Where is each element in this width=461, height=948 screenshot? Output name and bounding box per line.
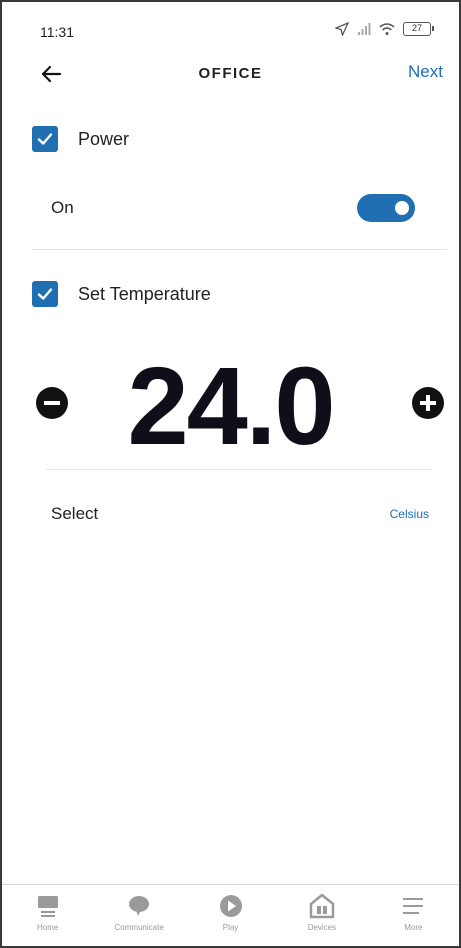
divider <box>46 469 431 470</box>
page-title: OFFICE <box>198 65 263 82</box>
power-checkbox[interactable] <box>32 126 58 152</box>
unit-select-label: Select <box>51 504 99 523</box>
temperature-checkbox[interactable] <box>32 281 58 307</box>
nav-label-communicate: Communicate <box>114 923 164 932</box>
wifi-icon <box>379 23 395 35</box>
power-label: Power <box>78 128 130 149</box>
nav-item-communicate[interactable]: Communicate <box>93 885 184 946</box>
app-frame: 11:31 27 OFFICE Next Power On Set Temper… <box>0 0 461 948</box>
temperature-row: Set Temperature <box>32 281 211 307</box>
nav-label-more: More <box>404 923 423 932</box>
app-bar: OFFICE Next <box>2 52 459 96</box>
signal-icon <box>358 23 371 35</box>
decrease-temperature-button[interactable] <box>36 387 68 419</box>
checkmark-icon <box>37 288 53 300</box>
nav-item-play[interactable]: Play <box>185 885 276 946</box>
toggle-knob <box>395 201 409 215</box>
status-icons: 27 <box>335 22 434 36</box>
divider <box>32 249 447 250</box>
power-state-label: On <box>51 198 74 217</box>
nav-label-home: Home <box>37 923 59 932</box>
nav-item-devices[interactable]: Devices <box>276 885 367 946</box>
power-toggle[interactable] <box>357 194 415 222</box>
menu-icon <box>400 893 426 919</box>
next-button[interactable]: Next <box>408 62 443 82</box>
temperature-control: 24.0 <box>2 347 459 467</box>
checkmark-icon <box>37 133 53 145</box>
status-time: 11:31 <box>40 24 74 40</box>
temperature-label: Set Temperature <box>78 283 211 304</box>
devices-icon <box>309 893 335 919</box>
temperature-value: 24.0 <box>127 345 335 468</box>
chat-bubble-icon <box>126 893 152 919</box>
nav-item-home[interactable]: Home <box>2 885 93 946</box>
nav-label-play: Play <box>222 923 239 932</box>
bottom-navigation: Home Communicate Play Devices More <box>2 884 459 946</box>
location-arrow-icon <box>335 22 349 36</box>
nav-item-more[interactable]: More <box>368 885 459 946</box>
unit-select-value[interactable]: Celsius <box>390 507 429 521</box>
power-row: Power <box>32 126 129 152</box>
increase-temperature-button[interactable] <box>412 387 444 419</box>
home-icon <box>35 893 61 919</box>
nav-label-devices: Devices <box>307 923 337 932</box>
play-icon <box>218 893 244 919</box>
battery-icon: 27 <box>403 22 434 36</box>
